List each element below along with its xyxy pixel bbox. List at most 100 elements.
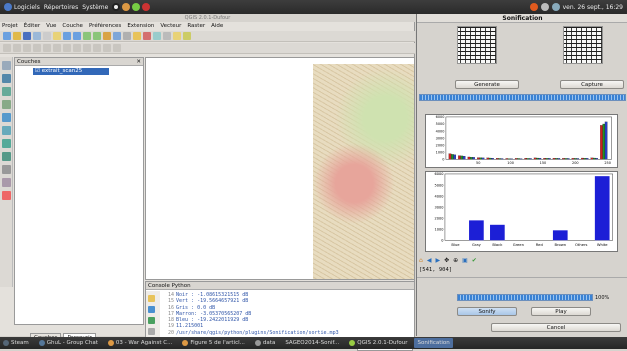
settings-icon[interactable]	[148, 328, 155, 335]
histogram-bar	[491, 157, 494, 160]
zoom-selection-icon[interactable]	[103, 32, 111, 40]
map-canvas[interactable]	[145, 57, 415, 280]
measure-icon[interactable]	[163, 32, 171, 40]
qgis-menubar: Projet Éditer Vue Couche Préférences Ext…	[0, 22, 415, 31]
identify-icon[interactable]	[123, 32, 131, 40]
zoom-full-icon[interactable]	[83, 32, 91, 40]
histogram-bar	[555, 158, 558, 160]
menu-preferences[interactable]: Préférences	[89, 22, 121, 31]
menu-extension[interactable]: Extension	[127, 22, 154, 31]
zoom-in-icon[interactable]	[63, 32, 71, 40]
layer-checkbox-icon[interactable]: ☑	[35, 68, 40, 74]
app-icon[interactable]	[142, 3, 151, 11]
cut-icon[interactable]	[63, 44, 71, 52]
applications-menu[interactable]: Logiciels	[4, 3, 40, 11]
cancel-button[interactable]: Cancel	[491, 323, 621, 332]
import-icon[interactable]	[148, 306, 155, 313]
home-icon[interactable]: ⌂	[419, 257, 423, 264]
back-icon[interactable]: ◀	[427, 257, 432, 264]
add-postgis-icon[interactable]	[2, 87, 11, 96]
task-group-chat[interactable]: GhuL - Group Chat	[36, 338, 101, 348]
close-panel-icon[interactable]: ✕	[136, 58, 141, 65]
add-vector-icon[interactable]	[2, 61, 11, 70]
add-mssql-icon[interactable]	[2, 113, 11, 122]
zoom-icon[interactable]: ⊕	[453, 257, 458, 264]
attribute-table-icon[interactable]	[153, 32, 161, 40]
add-feature-icon[interactable]	[23, 44, 31, 52]
task-qgis[interactable]: QGIS 2.0.1-Dufour	[346, 338, 410, 348]
network-icon[interactable]	[551, 3, 560, 11]
pan-icon[interactable]	[53, 32, 61, 40]
zoom-out-icon[interactable]	[73, 32, 81, 40]
move-feature-icon[interactable]	[33, 44, 41, 52]
terminal-icon[interactable]	[132, 3, 141, 11]
task-figure[interactable]: Figure 5 de l'articl...	[179, 338, 248, 348]
task-data[interactable]: data	[252, 338, 278, 348]
add-csv-icon[interactable]	[2, 165, 11, 174]
zoom-layer-icon[interactable]	[93, 32, 101, 40]
menu-editer[interactable]: Éditer	[24, 22, 40, 31]
task-sonification[interactable]: Sonification	[414, 338, 453, 348]
add-spatialite-icon[interactable]	[2, 100, 11, 109]
pan-icon[interactable]: ✥	[444, 257, 449, 264]
menu-vecteur[interactable]: Vecteur	[160, 22, 181, 31]
paste-icon[interactable]	[83, 44, 91, 52]
save-project-icon[interactable]	[23, 32, 31, 40]
forward-icon[interactable]: ▶	[435, 257, 440, 264]
label-move-icon[interactable]	[103, 44, 111, 52]
add-wfs-icon[interactable]	[2, 152, 11, 161]
sonify-button[interactable]: Sonify	[457, 307, 517, 316]
generate-button[interactable]: Generate	[455, 80, 519, 89]
bookmark-icon[interactable]	[173, 32, 181, 40]
menu-aide[interactable]: Aide	[211, 22, 223, 31]
histogram-bar	[533, 157, 537, 160]
firefox-icon[interactable]	[122, 3, 131, 11]
add-wcs-icon[interactable]	[2, 139, 11, 148]
node-tool-icon[interactable]	[43, 44, 51, 52]
remove-layer-icon[interactable]	[2, 191, 11, 200]
run-icon[interactable]	[148, 317, 155, 324]
select-icon[interactable]	[133, 32, 141, 40]
capture-button[interactable]: Capture	[560, 80, 624, 89]
deselect-icon[interactable]	[143, 32, 151, 40]
menu-projet[interactable]: Projet	[2, 22, 18, 31]
steam-icon	[3, 340, 9, 346]
steam-icon[interactable]	[112, 3, 121, 11]
open-project-icon[interactable]	[13, 32, 21, 40]
task-steam[interactable]: Steam	[0, 338, 32, 348]
check-icon[interactable]: ✔	[472, 257, 477, 264]
new-layer-icon[interactable]	[2, 178, 11, 187]
copy-icon[interactable]	[73, 44, 81, 52]
histogram-bar	[562, 158, 565, 160]
task-sageo[interactable]: SAGEO2014-Sonif...	[282, 338, 342, 348]
tips-icon[interactable]	[183, 32, 191, 40]
label-rotate-icon[interactable]	[113, 44, 121, 52]
save-icon[interactable]: ▣	[462, 257, 468, 264]
save-edits-icon[interactable]	[13, 44, 21, 52]
clock[interactable]: ven. 26 sept., 16:29	[563, 4, 623, 11]
histogram-bar	[477, 157, 480, 160]
volume-icon[interactable]	[540, 3, 549, 11]
add-wms-icon[interactable]	[2, 126, 11, 135]
histogram-bar	[500, 158, 504, 160]
menu-raster[interactable]: Raster	[187, 22, 205, 31]
print-icon[interactable]	[43, 32, 51, 40]
edit-icon[interactable]	[3, 44, 11, 52]
new-project-icon[interactable]	[3, 32, 11, 40]
histogram-bar	[571, 158, 575, 160]
clear-console-icon[interactable]	[148, 295, 155, 302]
update-icon[interactable]	[529, 3, 538, 11]
menu-vue[interactable]: Vue	[46, 22, 56, 31]
delete-icon[interactable]	[53, 44, 61, 52]
save-as-icon[interactable]	[33, 32, 41, 40]
menu-couche[interactable]: Couche	[62, 22, 83, 31]
places-menu[interactable]: Répertoires	[44, 4, 78, 11]
task-browser[interactable]: 03 - War Against C...	[105, 338, 175, 348]
label-icon[interactable]	[93, 44, 101, 52]
plot-frame	[445, 116, 612, 160]
system-menu[interactable]: Système	[82, 4, 108, 11]
play-button[interactable]: Play	[531, 307, 591, 316]
refresh-icon[interactable]	[113, 32, 121, 40]
add-raster-icon[interactable]	[2, 74, 11, 83]
layer-item-extrait-scan25[interactable]: ☑ extrait_scan25	[33, 68, 109, 75]
